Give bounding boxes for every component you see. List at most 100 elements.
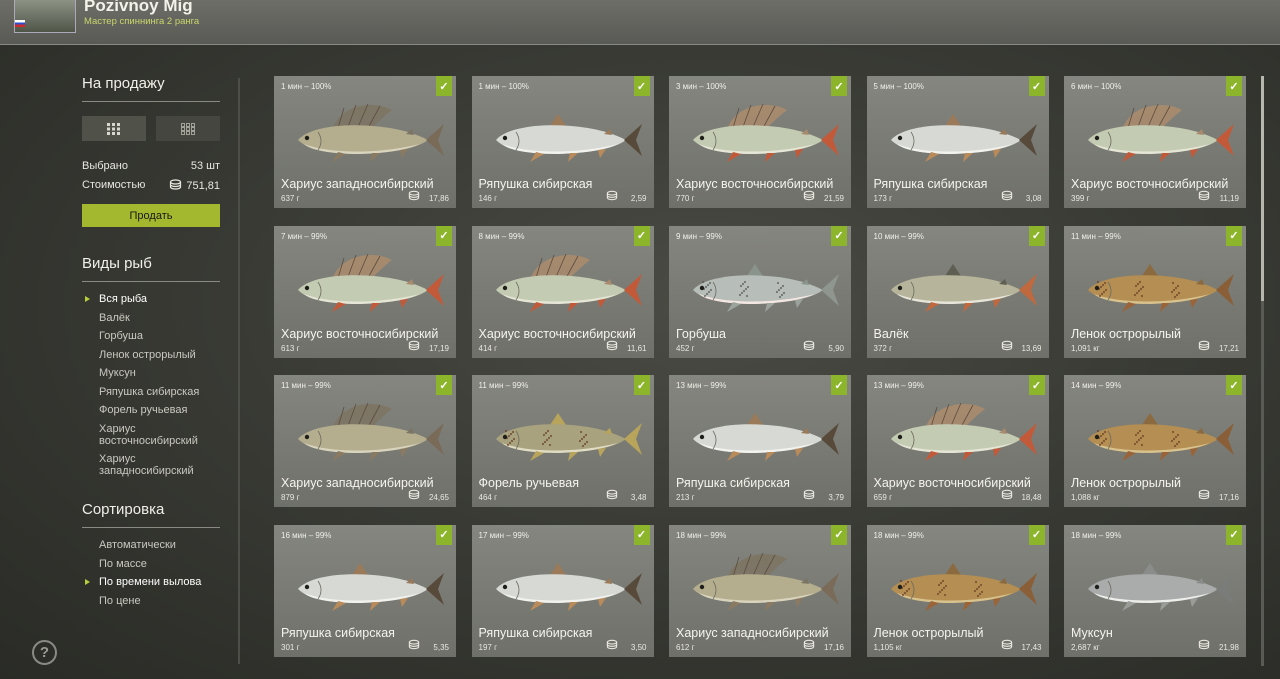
fish-card[interactable]: 14 мин – 99% ✓ Ленок острорылый 1,088 кг… [1064, 375, 1246, 507]
checkmark-icon[interactable]: ✓ [1028, 524, 1045, 545]
catch-time: 10 мин – 99% [873, 231, 924, 241]
fish-weight: 213 г [676, 493, 695, 502]
checkmark-icon[interactable]: ✓ [1226, 76, 1242, 96]
small-grid-view-button[interactable] [156, 116, 220, 141]
catch-time: 11 мин – 99% [478, 381, 529, 390]
fish-weight: 770 г [676, 194, 695, 203]
fish-image [1070, 96, 1240, 178]
checkmark-icon[interactable]: ✓ [831, 76, 847, 96]
fish-card[interactable]: 13 мин – 99% ✓ Ряпушка сибирская 213 г 3… [669, 375, 851, 507]
species-filter-item[interactable]: Ряпушка сибирская [82, 386, 222, 398]
catch-time: 11 мин – 99% [1071, 231, 1121, 241]
species-filter-item[interactable]: Вся рыба [82, 293, 222, 305]
large-grid-view-button[interactable] [82, 116, 146, 141]
catch-time: 7 мин – 99% [281, 231, 327, 241]
fish-price: 2,59 [630, 194, 647, 203]
top-bar: Pozivnoy Mig Мастер спиннинга 2 ранга [0, 0, 1280, 45]
fish-card[interactable]: 11 мин – 99% ✓ Форель ручьевая 464 г 3,4… [471, 375, 654, 507]
fish-weight: 1,105 кг [873, 642, 903, 652]
fish-card[interactable]: 17 мин – 99% ✓ Ряпушка сибирская 197 г 3… [471, 524, 654, 657]
sidebar: На продажу Выбрано 53 шт Стоимостью 751,… [82, 44, 222, 679]
checkmark-icon[interactable]: ✓ [633, 225, 650, 246]
species-filter-item[interactable]: Валёк [82, 312, 222, 324]
sorting-title: Сортировка [82, 501, 165, 518]
help-button[interactable]: ? [32, 640, 57, 665]
fish-card[interactable]: 13 мин – 99% ✓ Хариус восточносибирский … [866, 375, 1049, 507]
fish-card[interactable]: 18 мин – 99% ✓ Муксун 2,687 кг 21,98 [1064, 524, 1246, 657]
checkmark-icon[interactable]: ✓ [436, 76, 452, 96]
grid-large-icon [107, 122, 120, 135]
fish-card[interactable]: 18 мин – 99% ✓ Хариус западносибирский 6… [669, 524, 851, 657]
fish-card[interactable]: 1 мин – 100% ✓ Хариус западносибирский 6… [274, 76, 456, 208]
coin-stack-icon [1001, 489, 1012, 500]
coin-stack-icon [803, 340, 815, 350]
checkmark-icon[interactable]: ✓ [633, 524, 650, 545]
fish-weight: 146 г [478, 194, 498, 203]
sort-option-item[interactable]: Автоматически [82, 539, 222, 551]
checkmark-icon[interactable]: ✓ [831, 375, 847, 395]
catch-time: 18 мин – 99% [873, 530, 924, 540]
fish-image [873, 395, 1043, 477]
species-filter-item[interactable]: Хариус восточносибирский [82, 423, 222, 447]
checkmark-icon[interactable]: ✓ [1226, 225, 1242, 246]
fish-name: Ряпушка сибирская [478, 177, 593, 191]
fish-card[interactable]: 16 мин – 99% ✓ Ряпушка сибирская 301 г 5… [274, 524, 456, 657]
fish-card[interactable]: 11 мин – 99% ✓ Хариус западносибирский 8… [274, 375, 456, 507]
coin-stack-icon [170, 179, 182, 190]
sale-title: На продажу [82, 75, 165, 92]
checkmark-icon[interactable]: ✓ [1028, 76, 1045, 96]
catch-time: 14 мин – 99% [1071, 381, 1122, 390]
fish-price: 11,61 [627, 343, 647, 353]
species-filter-item[interactable]: Муксун [82, 367, 222, 379]
sell-button[interactable]: Продать [82, 204, 220, 227]
checkmark-icon[interactable]: ✓ [436, 524, 452, 545]
fish-card[interactable]: 11 мин – 99% ✓ Ленок острорылый 1,091 кг… [1064, 225, 1246, 358]
species-filter-item[interactable]: Форель ручьевая [82, 404, 222, 416]
fish-card[interactable]: 9 мин – 99% ✓ Горбуша 452 г 5,90 [669, 225, 851, 358]
fish-image [280, 96, 450, 178]
coin-stack-icon [1198, 639, 1210, 649]
species-filter-item[interactable]: Хариус западносибирский [82, 453, 222, 477]
fish-card[interactable]: 10 мин – 99% ✓ Валёк 372 г 13,69 [866, 225, 1049, 358]
coin-stack-icon [606, 639, 617, 649]
fish-card[interactable]: 8 мин – 99% ✓ Хариус восточносибирский 4… [471, 225, 654, 358]
fish-price: 21,98 [1218, 642, 1239, 652]
sort-option-item[interactable]: По времени вылова [82, 576, 222, 588]
fish-weight: 399 г [1071, 194, 1090, 203]
fish-card[interactable]: 5 мин – 100% ✓ Ряпушка сибирская 173 г 3… [866, 76, 1049, 208]
checkmark-icon[interactable]: ✓ [633, 76, 650, 96]
checkmark-icon[interactable]: ✓ [831, 225, 847, 246]
coin-stack-icon [606, 190, 617, 201]
fish-card[interactable]: 6 мин – 100% ✓ Хариус восточносибирский … [1064, 76, 1246, 208]
fish-weight: 197 г [478, 642, 498, 652]
scrollbar-thumb[interactable] [1261, 76, 1264, 301]
fish-card[interactable]: 3 мин – 100% ✓ Хариус восточносибирский … [669, 76, 851, 208]
checkmark-icon[interactable]: ✓ [831, 524, 847, 545]
fish-image [873, 246, 1043, 328]
vertical-divider [238, 78, 240, 664]
checkmark-icon[interactable]: ✓ [436, 225, 452, 246]
checkmark-icon[interactable]: ✓ [1028, 375, 1045, 395]
checkmark-icon[interactable]: ✓ [436, 375, 452, 395]
sort-option-item[interactable]: По цене [82, 595, 222, 607]
fish-card[interactable]: 7 мин – 99% ✓ Хариус восточносибирский 6… [274, 225, 456, 358]
checkmark-icon[interactable]: ✓ [1226, 375, 1242, 395]
fish-name: Хариус восточносибирский [873, 476, 1031, 490]
fish-name: Ряпушка сибирская [478, 625, 593, 640]
fish-card[interactable]: 1 мин – 100% ✓ Ряпушка сибирская 146 г 2… [471, 76, 654, 208]
cost-row: Стоимостью 751,81 [82, 179, 220, 192]
coin-stack-icon [1198, 340, 1210, 350]
player-avatar[interactable] [14, 0, 76, 33]
fish-weight: 173 г [873, 194, 893, 203]
checkmark-icon[interactable]: ✓ [1226, 524, 1242, 545]
species-filter-item[interactable]: Ленок острорылый [82, 349, 222, 361]
checkmark-icon[interactable]: ✓ [1028, 225, 1045, 246]
fish-weight: 301 г [281, 642, 300, 652]
fish-card[interactable]: 18 мин – 99% ✓ Ленок острорылый 1,105 кг… [866, 524, 1049, 657]
fish-price: 3,50 [630, 642, 647, 652]
sort-option-item[interactable]: По массе [82, 558, 222, 570]
checkmark-icon[interactable]: ✓ [633, 375, 650, 395]
species-filter-item[interactable]: Горбуша [82, 330, 222, 342]
fish-weight: 613 г [281, 343, 300, 353]
fish-name: Горбуша [676, 326, 726, 341]
